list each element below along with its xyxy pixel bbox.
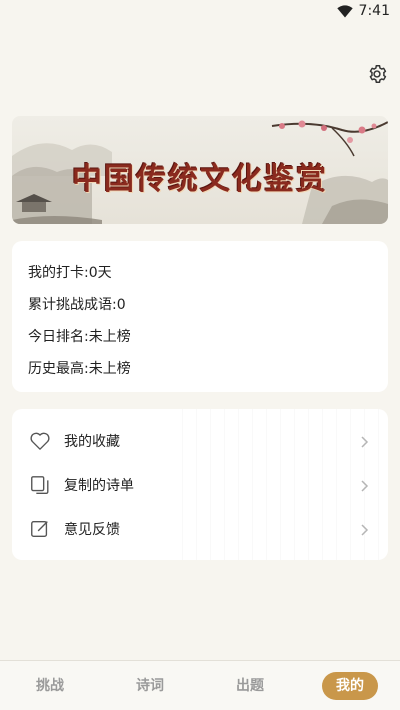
stat-value: 未上榜 [88, 329, 131, 345]
heart-icon [28, 429, 52, 453]
chevron-right-icon [360, 434, 370, 448]
gear-icon [366, 65, 388, 89]
stat-checkin: 我的打卡:0天 [28, 257, 372, 289]
menu-item-label: 意见反馈 [64, 522, 120, 538]
stat-value: 0天 [88, 265, 112, 281]
menu-item-label: 我的收藏 [64, 434, 120, 450]
tab-challenge[interactable]: 挑战 [25, 672, 75, 700]
wifi-icon [336, 4, 353, 18]
status-bar: 7:41 [0, 0, 400, 26]
tab-quiz[interactable]: 出题 [225, 672, 275, 700]
copy-icon [28, 473, 52, 497]
stat-label: 今日排名: [28, 329, 89, 345]
profile-screen: 7:41 中国传统文化鉴赏 我的打卡:0天 累计挑战成语:0 今日排名:未上榜 … [0, 0, 400, 710]
edit-icon [28, 517, 52, 541]
banner-title: 中国传统文化鉴赏 [72, 162, 328, 197]
menu-item-feedback[interactable]: 意见反馈 [12, 507, 388, 551]
stat-label: 累计挑战成语: [28, 297, 117, 313]
stat-today-rank: 今日排名:未上榜 [28, 321, 372, 353]
tab-poetry[interactable]: 诗词 [125, 672, 175, 700]
settings-button[interactable] [366, 63, 388, 85]
stat-value: 0 [116, 297, 126, 313]
stat-label: 我的打卡: [28, 265, 89, 281]
stats-card: 我的打卡:0天 累计挑战成语:0 今日排名:未上榜 历史最高:未上榜 [12, 241, 388, 392]
chevron-right-icon [360, 522, 370, 536]
chevron-right-icon [360, 478, 370, 492]
status-time: 7:41 [358, 3, 390, 19]
menu-card: 我的收藏 复制的诗单 意见反馈 [12, 409, 388, 560]
tab-mine[interactable]: 我的 [322, 672, 378, 700]
menu-item-copied-poems[interactable]: 复制的诗单 [12, 463, 388, 507]
stat-idioms: 累计挑战成语:0 [28, 289, 372, 321]
stat-value: 未上榜 [88, 361, 131, 377]
menu-item-label: 复制的诗单 [64, 478, 134, 494]
bottom-nav: 挑战 诗词 出题 我的 [0, 660, 400, 710]
culture-banner: 中国传统文化鉴赏 [12, 116, 388, 224]
menu-item-favorites[interactable]: 我的收藏 [12, 419, 388, 463]
stat-best-rank: 历史最高:未上榜 [28, 353, 372, 385]
stat-label: 历史最高: [28, 361, 89, 377]
